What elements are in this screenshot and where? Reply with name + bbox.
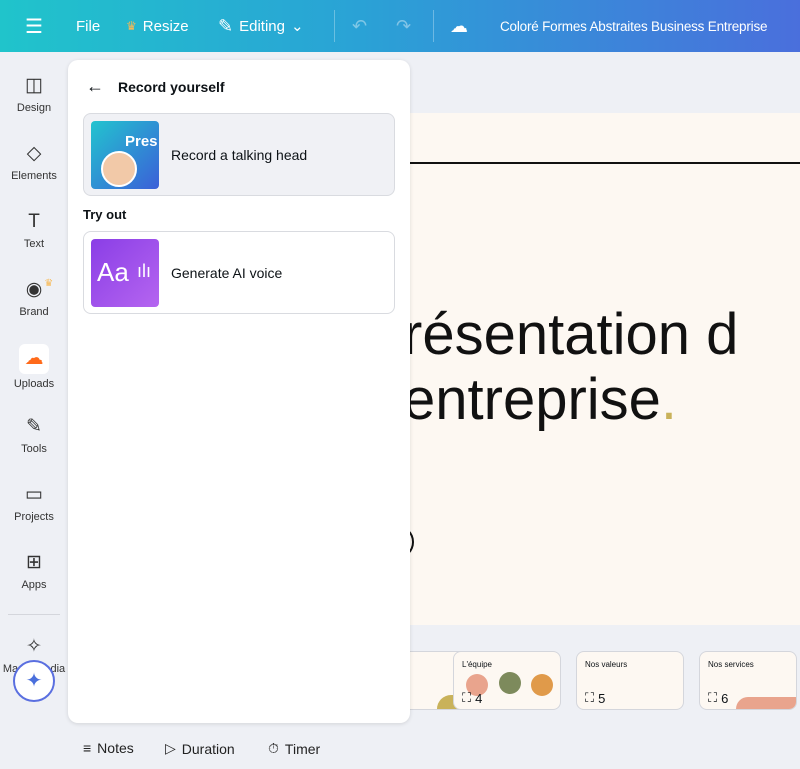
redo-icon[interactable]: ↷ <box>396 16 411 37</box>
pencil-icon: ✎ <box>218 15 234 36</box>
present-icon: ⛶ <box>462 690 472 705</box>
layout-icon: ◫ <box>25 75 43 96</box>
sidebar-item-text[interactable]: T Text <box>0 210 68 250</box>
record-talking-head-option[interactable]: Pres Record a talking head <box>83 113 395 196</box>
sidebar-item-tools[interactable]: ✎ Tools <box>0 415 68 455</box>
section-heading: Try out <box>83 207 127 222</box>
undo-icon[interactable]: ↶ <box>352 16 367 37</box>
back-arrow-icon[interactable]: ← <box>86 76 104 97</box>
page-thumbnail-4[interactable]: L'équipe ⛶ 4 <box>453 651 561 710</box>
talking-head-thumbnail: Pres <box>91 120 159 189</box>
duration-button[interactable]: ▷ Duration <box>165 740 235 757</box>
upload-cloud-icon: ☁ <box>19 344 49 374</box>
magic-media-icon: ✧ <box>26 636 42 657</box>
waveform-icon: ılı <box>137 260 152 281</box>
top-bar: ☰ File ♛ Resize ✎ Editing ⌄ ↶ ↷ ☁ Coloré Fo… <box>0 0 800 52</box>
ai-voice-thumbnail: Aa ılı <box>91 238 159 307</box>
document-title[interactable]: Coloré Formes Abstraites Business Entrep… <box>500 19 768 34</box>
sidebar-divider <box>8 614 60 615</box>
brand-icon: ◉ ♛ <box>22 278 54 302</box>
crown-icon: ♛ <box>126 19 137 33</box>
editing-dropdown[interactable]: ✎ Editing ⌄ <box>218 16 304 37</box>
sidebar-item-uploads[interactable]: ☁ Uploads <box>0 344 68 390</box>
notes-button[interactable]: ≡ Notes <box>83 740 134 756</box>
sidebar: ◫ Design ◇ Elements T Text ◉ ♛ Brand ☁ Uploads… <box>0 52 68 769</box>
menu-icon[interactable]: ☰ <box>25 14 43 39</box>
file-menu[interactable]: File <box>76 18 100 35</box>
tools-icon: ✎ <box>26 416 42 437</box>
play-icon: ▷ <box>165 740 176 756</box>
record-yourself-panel: ← Record yourself Pres Record a talking … <box>68 60 410 723</box>
folder-icon: ▭ <box>25 484 43 505</box>
generate-ai-voice-option[interactable]: Aa ılı Generate AI voice <box>83 231 395 314</box>
resize-button[interactable]: ♛ Resize <box>126 18 189 35</box>
shapes-icon: ◇ <box>26 143 42 164</box>
sidebar-item-projects[interactable]: ▭ Projects <box>0 483 68 523</box>
panel-title: Record yourself <box>118 79 225 95</box>
page-thumbnail-6[interactable]: Nos services ⛶ 6 <box>699 651 797 710</box>
magic-assistant-button[interactable]: ✦ <box>13 660 55 702</box>
text-icon: T <box>28 211 40 232</box>
slide-title-line2: entreprise. <box>403 367 678 432</box>
crown-icon: ♛ <box>44 278 54 289</box>
page-thumbnail-5[interactable]: Nos valeurs ⛶ 5 <box>576 651 684 710</box>
sidebar-item-apps[interactable]: ⊞ Apps <box>0 551 68 591</box>
timer-button[interactable]: ⏱ Timer <box>268 740 320 757</box>
chevron-down-icon: ⌄ <box>290 18 304 35</box>
present-icon: ⛶ <box>708 690 718 705</box>
divider-line <box>400 162 800 164</box>
timer-icon: ⏱ <box>268 740 279 756</box>
sidebar-item-elements[interactable]: ◇ Elements <box>0 142 68 182</box>
slide-title-line1: résentation d <box>403 302 739 367</box>
slide-canvas[interactable]: résentation d entreprise. <box>380 113 800 625</box>
cloud-saved-icon[interactable]: ☁ <box>450 16 468 37</box>
sidebar-item-brand[interactable]: ◉ ♛ Brand <box>0 278 68 318</box>
apps-icon: ⊞ <box>26 552 42 573</box>
sidebar-item-design[interactable]: ◫ Design <box>0 74 68 114</box>
notes-icon: ≡ <box>83 740 92 756</box>
present-icon: ⛶ <box>585 690 595 705</box>
